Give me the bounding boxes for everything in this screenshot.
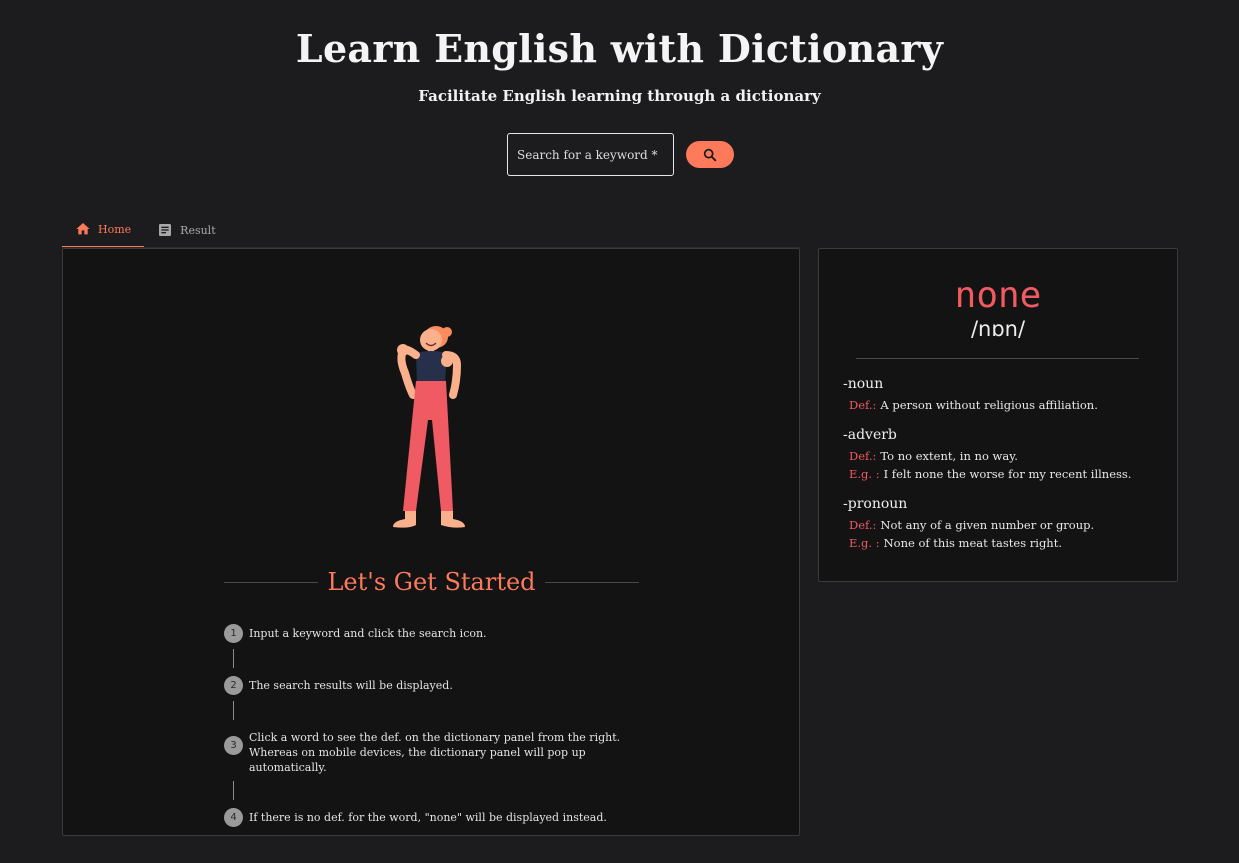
- definition-label: Def.:: [849, 518, 877, 532]
- example-line: E.g. : None of this meat tastes right.: [843, 534, 1163, 552]
- started-title: Let's Get Started: [327, 568, 536, 596]
- started-heading: Let's Get Started: [224, 567, 639, 597]
- step-item: 2 The search results will be displayed.: [224, 676, 644, 695]
- example-label: E.g. :: [849, 536, 880, 550]
- definition-text: To no extent, in no way.: [880, 449, 1018, 463]
- definition-label: Def.:: [849, 449, 877, 463]
- app-root: Learn English with Dictionary Facilitate…: [0, 0, 1239, 863]
- dictionary-entries: -noun Def.: A person without religious af…: [843, 376, 1163, 565]
- search-icon: [703, 148, 717, 161]
- step-item: 1 Input a keyword and click the search i…: [224, 624, 644, 643]
- tab-result[interactable]: Result: [144, 212, 228, 248]
- definition-line: Def.: Not any of a given number or group.: [843, 516, 1163, 534]
- step-connector: [233, 781, 234, 800]
- step-item: 4 If there is no def. for the word, "non…: [224, 808, 644, 827]
- heading-divider-right: [544, 581, 639, 583]
- dictionary-divider: [856, 358, 1139, 359]
- dictionary-entry: -pronoun Def.: Not any of a given number …: [843, 496, 1163, 552]
- step-number: 2: [224, 676, 243, 695]
- step-text: Input a keyword and click the search ico…: [249, 627, 487, 640]
- part-of-speech: -pronoun: [843, 496, 908, 512]
- search-input[interactable]: [508, 134, 673, 175]
- step-text: Click a word to see the def. on the dict…: [249, 731, 621, 774]
- step-item: 3 Click a word to see the def. on the di…: [224, 728, 644, 775]
- dictionary-phonetic: /nɒn/: [970, 317, 1026, 341]
- page-subtitle: Facilitate English learning through a di…: [418, 87, 821, 105]
- tab-bar: Home Result: [62, 212, 229, 248]
- person-illustration: [393, 326, 465, 528]
- dictionary-entry: -adverb Def.: To no extent, in no way. E.…: [843, 427, 1163, 483]
- definition-line: Def.: A person without religious affiliat…: [843, 396, 1163, 414]
- example-label: E.g. :: [849, 467, 880, 481]
- tab-home[interactable]: Home: [62, 212, 145, 248]
- step-number: 4: [224, 808, 243, 827]
- step-connector: [233, 701, 234, 720]
- heading-divider-left: [224, 581, 319, 583]
- home-icon: [76, 223, 90, 235]
- part-of-speech: -adverb: [843, 427, 897, 443]
- search-field[interactable]: [507, 133, 674, 176]
- step-text: If there is no def. for the word, "none"…: [249, 811, 607, 824]
- step-connector: [233, 649, 234, 668]
- dictionary-entry: -noun Def.: A person without religious af…: [843, 376, 1163, 414]
- page-title: Learn English with Dictionary: [295, 26, 944, 71]
- definition-text: Not any of a given number or group.: [880, 518, 1095, 532]
- part-of-speech: -noun: [843, 376, 884, 392]
- step-number: 1: [224, 624, 243, 643]
- step-number: 3: [224, 736, 243, 755]
- step-text: The search results will be displayed.: [249, 679, 453, 692]
- definition-text: A person without religious affiliation.: [880, 398, 1098, 412]
- tab-home-label: Home: [98, 222, 132, 236]
- steps-list: 1 Input a keyword and click the search i…: [224, 624, 644, 827]
- definition-line: Def.: To no extent, in no way.: [843, 447, 1163, 465]
- definition-label: Def.:: [849, 398, 877, 412]
- search-button[interactable]: [686, 141, 734, 168]
- home-panel: Let's Get Started 1 Input a keyword and …: [62, 248, 800, 836]
- tab-result-label: Result: [180, 223, 216, 237]
- dictionary-word: none: [954, 275, 1042, 316]
- article-icon: [159, 224, 172, 236]
- example-line: E.g. :I felt none the worse for my recen…: [843, 465, 1163, 483]
- example-text: I felt none the worse for my recent illn…: [883, 467, 1132, 481]
- dictionary-panel: none /nɒn/ -noun Def.: A person without r…: [818, 248, 1178, 582]
- example-text: None of this meat tastes right.: [883, 536, 1062, 550]
